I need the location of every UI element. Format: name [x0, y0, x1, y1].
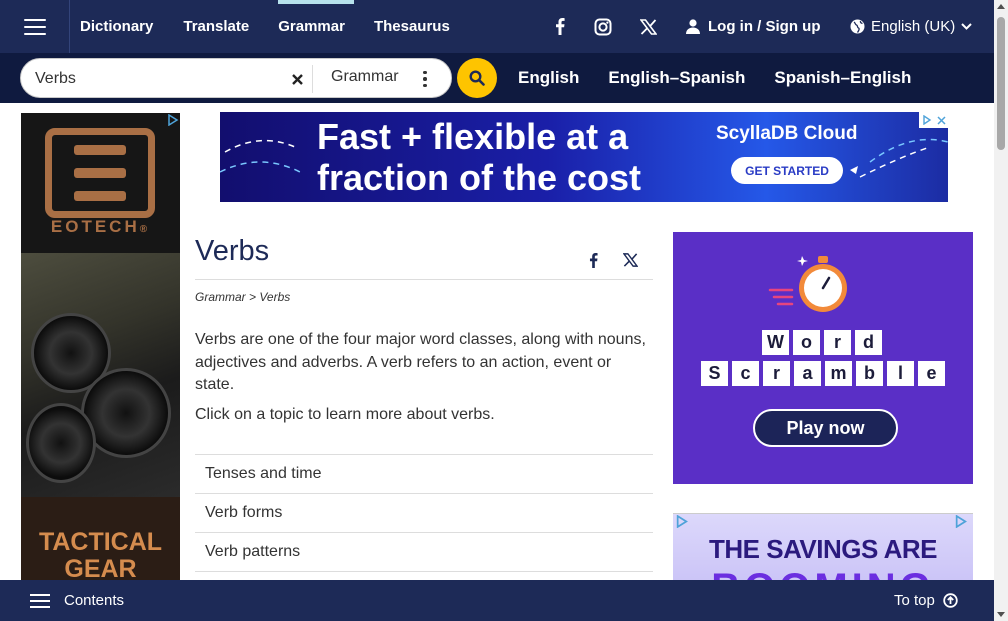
ad-tagline: TACTICAL GEAR [38, 528, 163, 582]
ad-choices-icon[interactable] [954, 515, 968, 528]
letter-tile: e [918, 361, 945, 386]
login-link[interactable]: Log in / Sign up [686, 0, 820, 53]
arrow-up-circle-icon [943, 593, 958, 608]
share-x-icon[interactable] [620, 250, 640, 270]
quick-link-spanish-english[interactable]: Spanish–English [764, 68, 921, 88]
globe-icon [850, 19, 865, 34]
topic-link-verb-forms[interactable]: Verb forms [195, 494, 653, 533]
top-navigation: Dictionary Translate Grammar Thesaurus L… [0, 0, 994, 53]
search-button[interactable] [457, 58, 497, 98]
ad-choices-icon[interactable] [675, 515, 689, 528]
main-nav-links: Dictionary Translate Grammar Thesaurus [70, 0, 460, 53]
nav-link-translate[interactable]: Translate [173, 0, 259, 53]
dictionary-quick-links: English English–Spanish Spanish–English [508, 53, 930, 103]
topic-link-verb-patterns[interactable]: Verb patterns [195, 533, 653, 572]
login-label: Log in / Sign up [708, 18, 821, 35]
ad-headline: Fast + flexible at a fraction of the cos… [317, 116, 642, 198]
language-label: English (UK) [871, 18, 956, 35]
play-now-button[interactable]: Play now [753, 409, 898, 447]
contents-label: Contents [64, 592, 125, 609]
search-input[interactable] [35, 67, 285, 91]
ad-choices[interactable] [919, 112, 948, 128]
left-advertisement[interactable]: EOTECH® TACTICAL GEAR [21, 113, 180, 581]
language-selector[interactable]: English (UK) [850, 0, 972, 53]
letter-tile: d [855, 330, 882, 355]
quick-link-english[interactable]: English [508, 68, 589, 88]
letter-tile: m [825, 361, 852, 386]
vertical-scrollbar[interactable] [994, 0, 1008, 621]
search-bar: Grammar English English–Spanish Spanish–… [0, 53, 994, 103]
top-banner-advertisement[interactable]: Fast + flexible at a fraction of the cos… [220, 112, 948, 202]
share-facebook-icon[interactable] [583, 250, 603, 270]
breadcrumb[interactable]: Grammar > Verbs [195, 290, 290, 304]
word-tiles-row-2: S c r a m b l e [701, 361, 945, 386]
to-top-button[interactable]: To top [894, 580, 958, 621]
close-icon [936, 115, 946, 125]
instagram-icon[interactable] [588, 0, 618, 53]
letter-tile: c [732, 361, 759, 386]
bottom-bar: Contents To top [0, 580, 994, 621]
eotech-logo [45, 128, 155, 218]
ad-brand: EOTECH® [50, 217, 151, 236]
divider [312, 65, 313, 93]
ad-choices-icon [922, 115, 931, 125]
search-box: Grammar [20, 58, 452, 98]
topic-link-tenses-and-time[interactable]: Tenses and time [195, 455, 653, 494]
savings-advertisement[interactable]: THE SAVINGS ARE BOOMING [673, 513, 973, 583]
ad-headline: THE SAVINGS ARE [709, 534, 937, 564]
ad-cta-button[interactable]: GET STARTED [731, 157, 843, 184]
nav-link-grammar[interactable]: Grammar [278, 0, 354, 53]
search-icon [469, 70, 485, 86]
clear-search-button[interactable] [287, 69, 307, 89]
letter-tile: W [762, 330, 789, 355]
letter-tile: a [794, 361, 821, 386]
x-icon[interactable] [633, 0, 663, 53]
scrollbar-thumb[interactable] [997, 17, 1005, 150]
chevron-down-icon [961, 23, 972, 30]
intro-paragraph: Verbs are one of the four major word cla… [195, 331, 646, 393]
contents-button[interactable]: Contents [30, 580, 124, 621]
dictionary-selector[interactable]: Grammar [331, 68, 399, 86]
close-icon [291, 73, 303, 85]
letter-tile: S [701, 361, 728, 386]
letter-tile: r [824, 330, 851, 355]
scroll-up-arrow-icon[interactable] [997, 4, 1005, 9]
letter-tile: o [793, 330, 820, 355]
topic-list: Tenses and time Verb forms Verb patterns [195, 454, 653, 572]
facebook-icon[interactable] [545, 0, 575, 53]
stopwatch-icon [768, 256, 847, 312]
instruction-text: Click on a topic to learn more about ver… [195, 406, 495, 423]
divider [195, 279, 653, 280]
letter-tile: b [856, 361, 883, 386]
nav-link-dictionary[interactable]: Dictionary [70, 0, 163, 53]
quick-link-english-spanish[interactable]: English–Spanish [598, 68, 755, 88]
menu-button[interactable] [0, 0, 70, 53]
letter-tile: l [887, 361, 914, 386]
ad-product-name: ScyllaDB Cloud [716, 123, 858, 144]
more-options-icon[interactable] [419, 67, 431, 91]
ad-product-photo [21, 253, 180, 498]
ad-choices-icon[interactable] [167, 114, 179, 126]
hamburger-icon [23, 18, 46, 35]
to-top-label: To top [894, 592, 935, 609]
page-title: Verbs [195, 235, 270, 267]
word-scramble-advertisement[interactable]: W o r d S c r a m b l e Play now [673, 232, 973, 484]
word-tiles-row-1: W o r d [762, 330, 882, 355]
list-icon [30, 593, 50, 608]
letter-tile: r [763, 361, 790, 386]
nav-link-thesaurus[interactable]: Thesaurus [364, 0, 460, 53]
user-icon [686, 19, 700, 34]
scroll-down-arrow-icon[interactable] [997, 612, 1005, 617]
